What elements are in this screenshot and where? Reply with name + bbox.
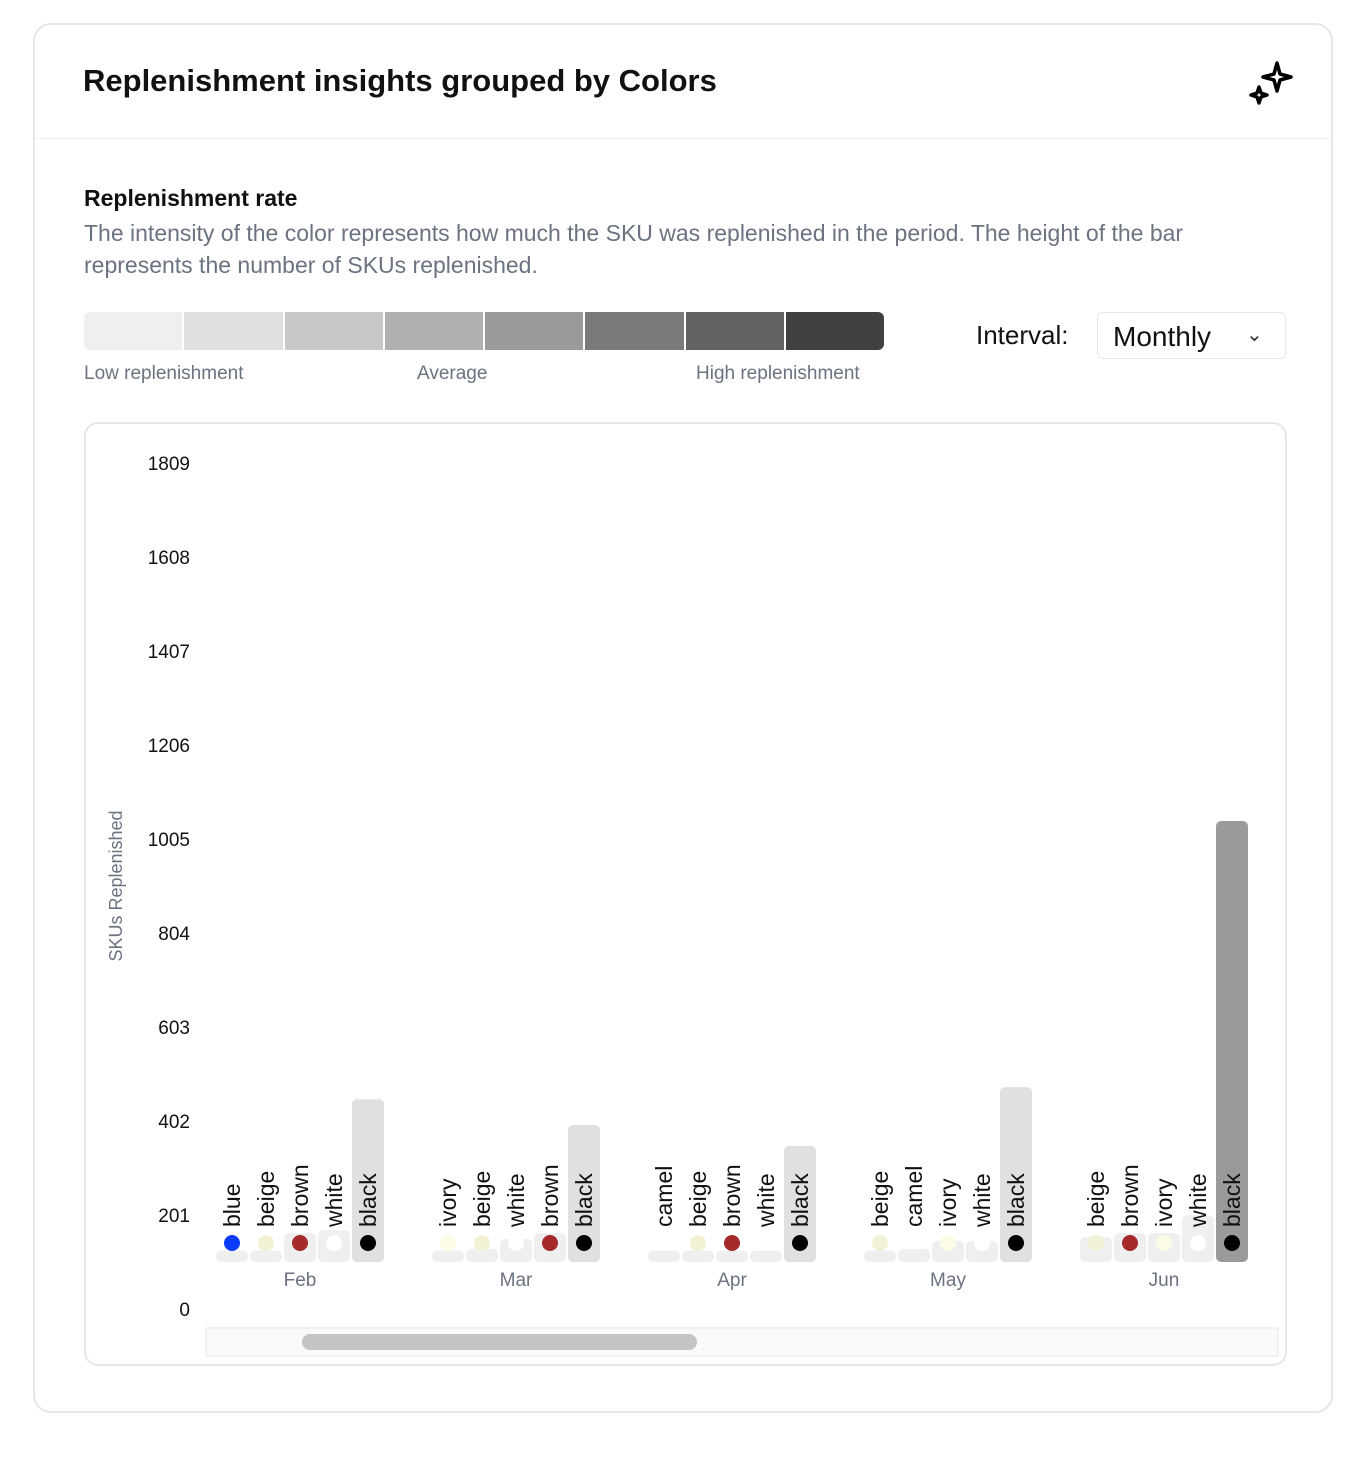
- scale-step: [84, 312, 185, 350]
- bar-apr-beige[interactable]: [682, 1250, 714, 1262]
- scale-high-label: High replenishment: [696, 363, 860, 384]
- color-swatch-black: [1224, 1235, 1240, 1251]
- bar-label: black: [1003, 1173, 1029, 1227]
- color-swatch-black: [360, 1235, 376, 1251]
- section-title: Replenishment rate: [84, 185, 298, 211]
- scale-step: [785, 312, 884, 350]
- bar-feb-beige[interactable]: [250, 1250, 282, 1262]
- color-swatch-blue: [224, 1235, 240, 1251]
- bar-label: blue: [219, 1184, 245, 1227]
- scrollbar-thumb[interactable]: [302, 1334, 697, 1350]
- bar-apr-brown[interactable]: [716, 1250, 748, 1262]
- x-tick-label: Mar: [500, 1270, 533, 1291]
- bar-label: white: [1185, 1173, 1211, 1228]
- color-swatch-white: [1190, 1235, 1206, 1251]
- section-description: The intensity of the color represents ho…: [84, 220, 1184, 278]
- color-swatch-brown: [292, 1235, 308, 1251]
- x-tick-label: Apr: [717, 1270, 747, 1291]
- interval-label: Interval:: [976, 320, 1069, 350]
- color-swatch-beige: [872, 1235, 888, 1251]
- color-swatch-beige: [474, 1235, 490, 1251]
- y-tick-label: 0: [179, 1300, 190, 1321]
- chart-container: 0 201 402 603 804 1005 1206 1407 1608 1809 SKUs Re…: [84, 422, 1287, 1366]
- bar-chart: 0 201 402 603 804 1005 1206 1407 1608 1809 SKUs Re…: [106, 454, 1279, 1357]
- color-swatch-white: [326, 1235, 342, 1251]
- bar-label: black: [355, 1173, 381, 1227]
- sparkles-icon[interactable]: [1247, 59, 1295, 107]
- bar-label: white: [753, 1173, 779, 1228]
- y-tick-label: 1608: [148, 548, 190, 569]
- bar-label: beige: [1083, 1171, 1109, 1227]
- y-tick-label: 402: [158, 1112, 190, 1133]
- scale-average-label: Average: [417, 363, 488, 384]
- bar-apr-camel[interactable]: [648, 1250, 680, 1262]
- color-swatch-ivory: [440, 1235, 456, 1251]
- bar-label: ivory: [435, 1178, 461, 1227]
- bar-label: brown: [537, 1164, 563, 1227]
- y-tick-label: 201: [158, 1206, 190, 1227]
- color-swatch-beige: [258, 1235, 274, 1251]
- chevron-down-icon: ⌄: [1246, 324, 1263, 346]
- color-swatch-brown: [542, 1235, 558, 1251]
- color-swatch-brown: [724, 1235, 740, 1251]
- bar-may-camel[interactable]: [898, 1248, 930, 1262]
- y-tick-label: 1005: [148, 830, 190, 851]
- bar-label: white: [969, 1173, 995, 1228]
- bar-label: brown: [719, 1164, 745, 1227]
- bar-label: ivory: [935, 1178, 961, 1227]
- bar-label: beige: [867, 1171, 893, 1227]
- scale-step: [485, 312, 586, 350]
- scale-step: [184, 312, 285, 350]
- scale-step: [585, 312, 686, 350]
- interval-value: Monthly: [1113, 321, 1212, 352]
- intensity-scale: [84, 312, 884, 350]
- scale-step: [384, 312, 485, 350]
- x-tick-label: May: [930, 1270, 966, 1291]
- color-swatch-ivory: [1156, 1235, 1172, 1251]
- bar-label: beige: [469, 1171, 495, 1227]
- bar-label: white: [503, 1173, 529, 1228]
- card-header: Replenishment insights grouped by Colors: [35, 25, 1331, 139]
- color-swatch-beige: [1088, 1235, 1104, 1251]
- x-tick-label: Jun: [1149, 1270, 1180, 1291]
- x-tick-label: Feb: [284, 1270, 317, 1291]
- scale-step: [284, 312, 385, 350]
- bar-label: brown: [1117, 1164, 1143, 1227]
- color-swatch-ivory: [940, 1235, 956, 1251]
- y-tick-label: 1407: [148, 642, 190, 663]
- color-swatch-white: [508, 1235, 524, 1251]
- bar-label: ivory: [1151, 1178, 1177, 1227]
- y-tick-label: 804: [158, 924, 190, 945]
- bar-apr-white[interactable]: [750, 1250, 782, 1262]
- color-swatch-brown: [1122, 1235, 1138, 1251]
- bar-mar-ivory[interactable]: [432, 1250, 464, 1262]
- color-swatch-white: [758, 1235, 774, 1251]
- scale-step: [685, 312, 786, 350]
- y-tick-label: 1206: [148, 736, 190, 757]
- card-title: Replenishment insights grouped by Colors: [83, 63, 717, 98]
- bar-label: beige: [685, 1171, 711, 1227]
- color-swatch-black: [576, 1235, 592, 1251]
- bar-may-beige[interactable]: [864, 1250, 896, 1262]
- bar-label: black: [571, 1173, 597, 1227]
- color-swatch-black: [1008, 1235, 1024, 1251]
- bar-label: camel: [901, 1166, 927, 1227]
- bar-label: beige: [253, 1171, 279, 1227]
- bar-label: black: [1219, 1173, 1245, 1227]
- y-axis-label: SKUs Replenished: [106, 810, 126, 961]
- interval-dropdown[interactable]: Monthly ⌄: [1097, 312, 1286, 359]
- y-tick-label: 1809: [148, 454, 190, 475]
- bar-feb-blue[interactable]: [216, 1250, 248, 1262]
- insights-card: Replenishment insights grouped by Colors…: [33, 23, 1333, 1413]
- y-tick-label: 603: [158, 1018, 190, 1039]
- color-swatch-beige: [690, 1235, 706, 1251]
- color-swatch-white: [974, 1235, 990, 1251]
- scale-low-label: Low replenishment: [84, 363, 244, 384]
- bar-label: white: [321, 1173, 347, 1228]
- bar-label: brown: [287, 1164, 313, 1227]
- bar-label: black: [787, 1173, 813, 1227]
- color-swatch-black: [792, 1235, 808, 1251]
- bar-label: camel: [651, 1166, 677, 1227]
